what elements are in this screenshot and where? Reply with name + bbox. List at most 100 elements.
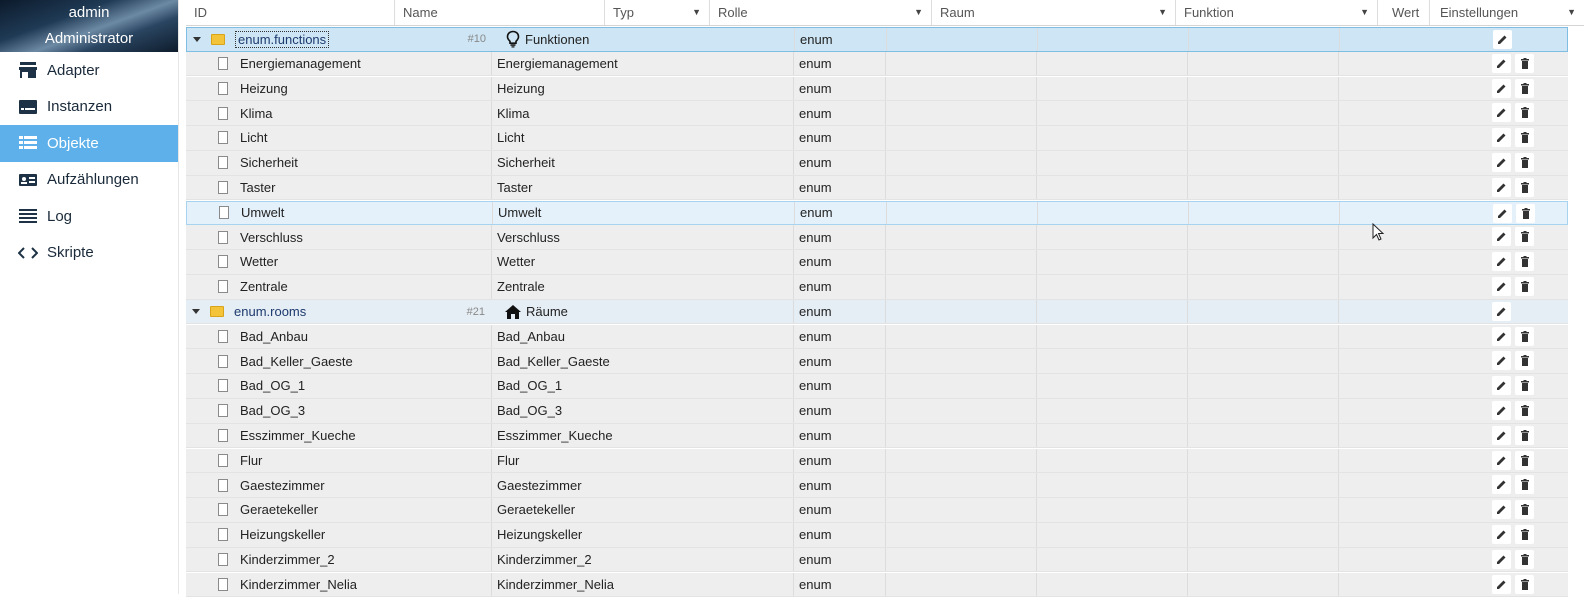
folder-row[interactable]: enum.rooms #21 Räume enum bbox=[186, 299, 1568, 325]
column-header-settings[interactable]: Einstellungen ▼ bbox=[1430, 0, 1584, 25]
edit-button[interactable] bbox=[1492, 103, 1511, 123]
edit-button[interactable] bbox=[1492, 128, 1511, 148]
table-row[interactable]: Heizungskeller Heizungskeller enum bbox=[186, 523, 1568, 548]
cell-name: Kinderzimmer_2 bbox=[491, 547, 793, 572]
column-header-id[interactable]: ID bbox=[186, 0, 395, 25]
delete-button[interactable] bbox=[1515, 450, 1534, 470]
delete-button[interactable] bbox=[1515, 227, 1534, 247]
edit-button[interactable] bbox=[1492, 227, 1511, 247]
table-row[interactable]: Klima Klima enum bbox=[186, 101, 1568, 126]
delete-button[interactable] bbox=[1515, 53, 1534, 73]
edit-button[interactable] bbox=[1492, 574, 1511, 594]
delete-button[interactable] bbox=[1515, 500, 1534, 520]
filter-dropdown-icon[interactable]: ▼ bbox=[1567, 0, 1576, 25]
table-row[interactable]: Heizung Heizung enum bbox=[186, 76, 1568, 102]
edit-button[interactable] bbox=[1492, 326, 1511, 346]
edit-button[interactable] bbox=[1492, 351, 1511, 371]
edit-button[interactable] bbox=[1492, 500, 1511, 520]
delete-button[interactable] bbox=[1515, 376, 1534, 396]
cell-role: enum bbox=[793, 448, 885, 473]
sidebar-item-adapter[interactable]: Adapter bbox=[0, 52, 178, 89]
delete-button[interactable] bbox=[1515, 128, 1534, 148]
delete-button[interactable] bbox=[1515, 103, 1534, 123]
edit-button[interactable] bbox=[1492, 153, 1511, 172]
table-row[interactable]: Bad_OG_3 Bad_OG_3 enum bbox=[186, 399, 1568, 424]
delete-button[interactable] bbox=[1515, 153, 1534, 172]
sidebar-item-aufzhlungen[interactable]: Aufzählungen bbox=[0, 162, 178, 199]
table-row[interactable]: Taster Taster enum bbox=[186, 175, 1568, 201]
object-name: Gaestezimmer bbox=[497, 477, 582, 493]
table-row[interactable]: Kinderzimmer_2 Kinderzimmer_2 enum bbox=[186, 547, 1568, 573]
object-role: enum bbox=[799, 403, 832, 419]
cell-empty bbox=[1187, 498, 1338, 522]
edit-button[interactable] bbox=[1492, 277, 1511, 296]
folder-row[interactable]: enum.functions #10 Funktionen enum bbox=[186, 27, 1568, 52]
edit-button[interactable] bbox=[1492, 301, 1511, 321]
filter-dropdown-icon[interactable]: ▼ bbox=[914, 0, 923, 25]
delete-button[interactable] bbox=[1515, 78, 1534, 98]
table-row[interactable]: Bad_Anbau Bad_Anbau enum bbox=[186, 324, 1568, 350]
delete-button[interactable] bbox=[1515, 177, 1534, 197]
edit-button[interactable] bbox=[1492, 425, 1511, 445]
user-profile-banner[interactable]: admin Administrator bbox=[0, 0, 178, 52]
filter-dropdown-icon[interactable]: ▼ bbox=[692, 0, 701, 25]
filter-dropdown-icon[interactable]: ▼ bbox=[1158, 0, 1167, 25]
sidebar-item-instanzen[interactable]: Instanzen bbox=[0, 89, 178, 126]
delete-button[interactable] bbox=[1515, 425, 1534, 445]
delete-button[interactable] bbox=[1515, 252, 1534, 272]
sidebar-item-objekte[interactable]: Objekte bbox=[0, 125, 178, 162]
row-actions bbox=[1492, 401, 1534, 420]
table-row[interactable]: Sicherheit Sicherheit enum bbox=[186, 151, 1568, 176]
file-icon bbox=[218, 478, 228, 492]
table-row[interactable]: Zentrale Zentrale enum bbox=[186, 275, 1568, 300]
edit-button[interactable] bbox=[1492, 252, 1511, 272]
delete-button[interactable] bbox=[1515, 277, 1534, 296]
edit-button[interactable] bbox=[1492, 475, 1511, 495]
edit-button[interactable] bbox=[1492, 78, 1511, 98]
edit-button[interactable] bbox=[1492, 177, 1511, 197]
edit-button[interactable] bbox=[1493, 203, 1512, 223]
cell-name: Verschluss bbox=[491, 225, 793, 249]
expand-toggle-icon[interactable] bbox=[192, 309, 200, 315]
column-header-type[interactable]: Typ ▼ bbox=[605, 0, 710, 25]
delete-button[interactable] bbox=[1515, 525, 1534, 544]
edit-button[interactable] bbox=[1492, 376, 1511, 396]
table-row[interactable]: Flur Flur enum bbox=[186, 448, 1568, 474]
cell-empty bbox=[1338, 76, 1488, 101]
cell-id: Kinderzimmer_Nelia bbox=[186, 573, 491, 597]
edit-button[interactable] bbox=[1492, 53, 1511, 73]
column-header-name[interactable]: Name bbox=[395, 0, 605, 25]
sidebar-item-log[interactable]: Log bbox=[0, 198, 178, 235]
cell-empty bbox=[1338, 324, 1488, 349]
column-header-role[interactable]: Rolle ▼ bbox=[710, 0, 932, 25]
edit-button[interactable] bbox=[1492, 549, 1511, 569]
table-row[interactable]: Bad_OG_1 Bad_OG_1 enum bbox=[186, 374, 1568, 399]
table-row[interactable]: Energiemanagement Energiemanagement enum bbox=[186, 51, 1568, 77]
table-row[interactable]: Licht Licht enum bbox=[186, 126, 1568, 151]
edit-button[interactable] bbox=[1493, 30, 1512, 49]
column-header-value[interactable]: Wert bbox=[1378, 0, 1430, 25]
table-row[interactable]: Bad_Keller_Gaeste Bad_Keller_Gaeste enum bbox=[186, 349, 1568, 374]
filter-dropdown-icon[interactable]: ▼ bbox=[1360, 0, 1369, 25]
sidebar-item-skripte[interactable]: Skripte bbox=[0, 235, 178, 272]
table-row[interactable]: Verschluss Verschluss enum bbox=[186, 225, 1568, 250]
table-row[interactable]: Gaestezimmer Gaestezimmer enum bbox=[186, 473, 1568, 498]
table-row[interactable]: Wetter Wetter enum bbox=[186, 250, 1568, 275]
edit-button[interactable] bbox=[1492, 525, 1511, 544]
column-header-function[interactable]: Funktion ▼ bbox=[1176, 0, 1378, 25]
column-header-room[interactable]: Raum ▼ bbox=[932, 0, 1176, 25]
table-row[interactable]: Kinderzimmer_Nelia Kinderzimmer_Nelia enum bbox=[186, 572, 1568, 597]
delete-button[interactable] bbox=[1516, 203, 1535, 223]
delete-button[interactable] bbox=[1515, 326, 1534, 346]
delete-button[interactable] bbox=[1515, 351, 1534, 371]
expand-toggle-icon[interactable] bbox=[193, 36, 201, 42]
delete-button[interactable] bbox=[1515, 475, 1534, 495]
delete-button[interactable] bbox=[1515, 549, 1534, 569]
edit-button[interactable] bbox=[1492, 401, 1511, 420]
table-row[interactable]: Esszimmer_Kueche Esszimmer_Kueche enum bbox=[186, 423, 1568, 449]
edit-button[interactable] bbox=[1492, 450, 1511, 470]
table-row[interactable]: Geraetekeller Geraetekeller enum bbox=[186, 498, 1568, 523]
table-row[interactable]: Umwelt Umwelt enum bbox=[186, 200, 1568, 226]
delete-button[interactable] bbox=[1515, 574, 1534, 594]
delete-button[interactable] bbox=[1515, 401, 1534, 420]
